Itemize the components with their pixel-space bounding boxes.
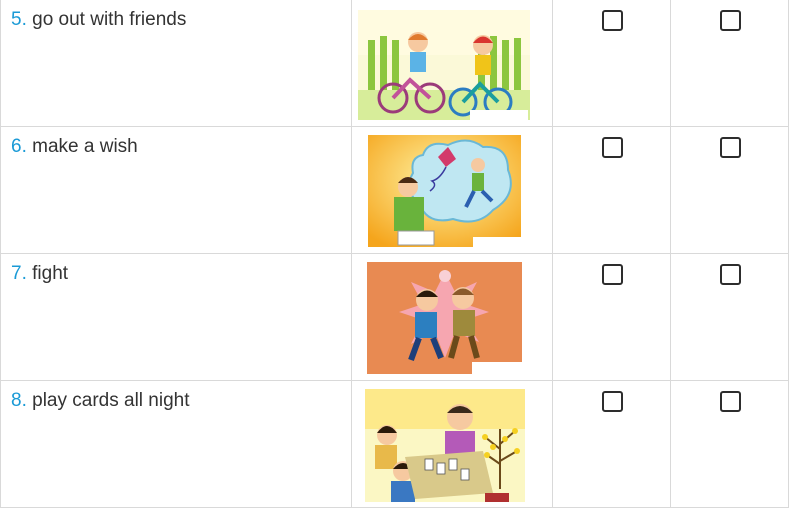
checkbox[interactable] xyxy=(720,137,741,158)
cards-illustration xyxy=(365,389,525,502)
checkbox-cell xyxy=(670,126,789,254)
checkbox-cell xyxy=(670,253,789,381)
item-number: 7. xyxy=(11,263,27,284)
checkbox[interactable] xyxy=(602,264,623,285)
checkbox-cell xyxy=(552,0,671,127)
table-row: 6. make a wish xyxy=(0,126,789,254)
fight-illustration xyxy=(367,262,522,374)
table-row: 5. go out with friends xyxy=(0,0,789,127)
checkbox[interactable] xyxy=(602,137,623,158)
activity-cell: 5. go out with friends xyxy=(0,0,352,127)
checkbox-cell xyxy=(552,126,671,254)
item-phrase: make a wish xyxy=(32,136,138,157)
image-cell xyxy=(351,0,553,127)
wish-illustration xyxy=(368,135,521,247)
checkbox[interactable] xyxy=(602,10,623,31)
checkbox-cell xyxy=(552,380,671,508)
item-phrase: go out with friends xyxy=(32,9,187,30)
table-row: 7. fight xyxy=(0,253,789,381)
checkbox[interactable] xyxy=(602,391,623,412)
image-cell xyxy=(351,126,553,254)
activity-label: 6. make a wish xyxy=(11,136,138,158)
item-number: 6. xyxy=(11,136,27,157)
item-phrase: fight xyxy=(32,263,69,284)
activity-label: 8. play cards all night xyxy=(11,390,190,412)
item-phrase: play cards all night xyxy=(32,390,190,411)
item-number: 8. xyxy=(11,390,27,411)
activity-table: 5. go out with friends 6. make a wish 7.… xyxy=(0,0,789,508)
checkbox[interactable] xyxy=(720,391,741,412)
activity-label: 7. fight xyxy=(11,263,68,285)
checkbox-cell xyxy=(670,380,789,508)
activity-cell: 6. make a wish xyxy=(0,126,352,254)
activity-label: 5. go out with friends xyxy=(11,9,186,31)
image-cell xyxy=(351,253,553,381)
activity-cell: 7. fight xyxy=(0,253,352,381)
checkbox[interactable] xyxy=(720,10,741,31)
checkbox-cell xyxy=(552,253,671,381)
item-number: 5. xyxy=(11,9,27,30)
checkbox-cell xyxy=(670,0,789,127)
checkbox[interactable] xyxy=(720,264,741,285)
table-row: 8. play cards all night xyxy=(0,380,789,508)
image-cell xyxy=(351,380,553,508)
activity-cell: 8. play cards all night xyxy=(0,380,352,508)
bicycle-illustration xyxy=(358,10,530,120)
